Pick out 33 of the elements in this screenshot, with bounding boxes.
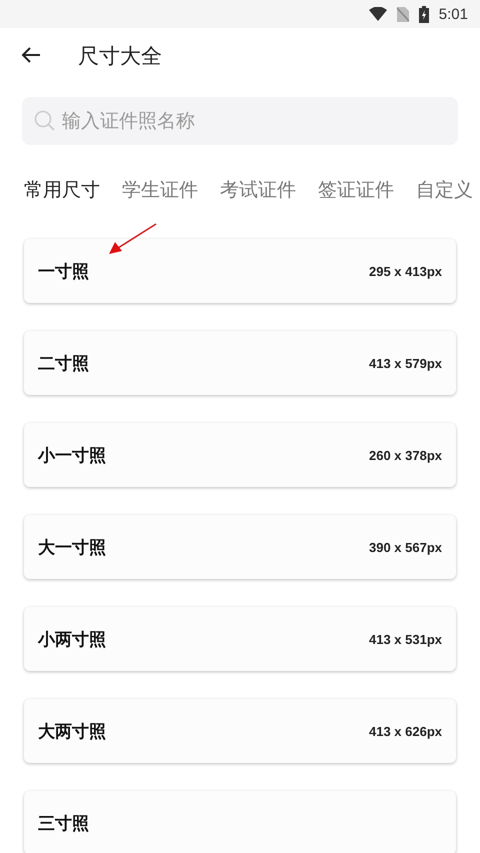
size-name: 一寸照 [38, 260, 89, 282]
size-name: 小两寸照 [38, 628, 106, 650]
search-field[interactable]: 输入证件照名称 [22, 97, 458, 145]
size-card[interactable]: 小一寸照 260 x 378px [24, 423, 456, 487]
category-tab[interactable]: 签证证件 [318, 177, 394, 203]
category-tab[interactable]: 考试证件 [220, 177, 296, 203]
size-name: 二寸照 [38, 352, 89, 374]
category-tab[interactable]: 常用尺寸 [24, 177, 100, 203]
pixel-size: 260 x 378px [368, 448, 442, 462]
pixel-size: 390 x 567px [368, 540, 442, 554]
wifi-icon [368, 7, 387, 21]
page-title: 尺寸大全 [78, 43, 162, 70]
size-card[interactable]: 一寸照 295 x 413px [24, 239, 456, 303]
status-time: 5:01 [438, 6, 468, 22]
pixel-size: 413 x 531px [368, 632, 442, 646]
size-card[interactable]: 大一寸照 390 x 567px [24, 515, 456, 579]
pixel-size: 413 x 626px [368, 724, 442, 738]
size-card[interactable]: 小两寸照 413 x 531px [24, 607, 456, 671]
size-name: 大两寸照 [38, 720, 106, 742]
annotation-arrow [109, 223, 156, 254]
size-card[interactable]: 大两寸照 413 x 626px [24, 699, 456, 763]
size-card[interactable]: 三寸照 [24, 791, 456, 853]
pixel-size: 413 x 579px [368, 356, 442, 370]
category-tab[interactable]: 自定义 [416, 177, 473, 203]
category-tab[interactable]: 学生证件 [122, 177, 198, 203]
size-name: 小一寸照 [38, 444, 106, 466]
no-sim-icon [396, 6, 409, 22]
size-card[interactable]: 二寸照 413 x 579px [24, 331, 456, 395]
size-name: 三寸照 [38, 812, 89, 834]
pixel-size: 295 x 413px [368, 264, 442, 278]
size-name: 大一寸照 [38, 536, 106, 558]
search-icon [34, 110, 56, 132]
battery-icon [418, 6, 429, 22]
